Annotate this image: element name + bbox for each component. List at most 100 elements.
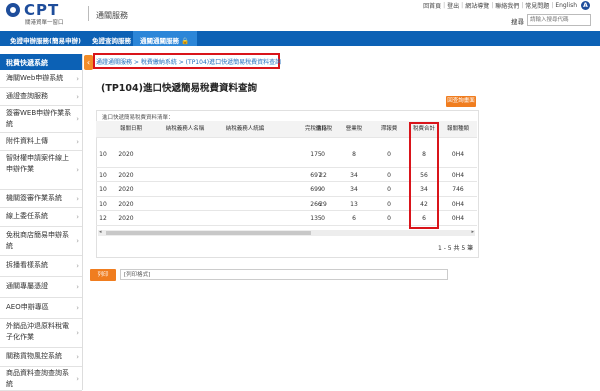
breadcrumb[interactable]: 通證通關服務 > 稅費繳納系統 > (TP104)進口快遞簡易稅費資料查詢	[96, 57, 281, 66]
sidebar-item[interactable]: 機關簽審作業系統 ›	[0, 190, 82, 208]
logo-mark-icon	[6, 3, 20, 17]
th-business-tax[interactable]: 營業稅	[341, 121, 367, 137]
header-divider	[88, 6, 89, 21]
link-sitemap[interactable]: 網站導覽	[465, 1, 489, 10]
chevron-right-icon: ›	[76, 353, 79, 361]
accessibility-icon[interactable]: A	[581, 1, 590, 10]
th-taxpayer-id[interactable]: 納稅義務人統編	[220, 121, 270, 137]
chevron-right-icon: ›	[76, 304, 79, 312]
sidebar-item[interactable]: 外銷品沖退原料稅電子化作業 ›	[0, 319, 82, 348]
top-links: 回首頁 | 登出 | 網站導覽 | 聯絡我們 | 常見問題 | English A	[423, 1, 590, 10]
logo-subtitle: 關港貿單一窗口	[25, 20, 64, 26]
nav-item-exempt-query[interactable]: 免證查詢服務	[92, 35, 131, 45]
sidebar-item[interactable]: 海關Web申辦系統 ›	[0, 70, 82, 88]
scrollbar-thumb[interactable]	[106, 231, 311, 235]
print-format-field[interactable]: [列印格式]	[120, 269, 448, 280]
chevron-left-icon: ‹	[86, 58, 91, 67]
cell-duty: 22	[319, 172, 327, 179]
scroll-right-icon[interactable]: ▸	[471, 229, 474, 235]
cell-c0: 10	[99, 151, 107, 158]
chevron-right-icon: ›	[76, 75, 79, 83]
cell-date: 2020	[118, 215, 134, 222]
chevron-right-icon: ›	[76, 283, 79, 291]
sidebar-item[interactable]: AEO申辦專區 ›	[0, 298, 82, 319]
link-home[interactable]: 回首頁	[423, 1, 441, 10]
chevron-right-icon: ›	[76, 237, 79, 245]
cell-type: 0H4	[451, 172, 465, 179]
logo-text: CPT	[24, 1, 60, 19]
main-nav: 免證申辦服務(簡易申辦) 免證查詢服務 通關通關服務 🔒	[0, 31, 600, 46]
sidebar-item[interactable]: 線上委任系統 ›	[0, 208, 82, 227]
cell-btax: 8	[352, 151, 356, 158]
sidebar-item[interactable]: 通關專屬憑證 ›	[0, 277, 82, 298]
sidebar-collapse-button[interactable]: ‹	[84, 55, 93, 70]
total-column-highlight	[409, 122, 439, 229]
search-label: 搜尋	[511, 18, 524, 26]
page-title: (TP104)進口快遞簡易稅費資料查詢	[101, 83, 257, 94]
search-input[interactable]	[527, 14, 591, 26]
cell-date: 2020	[118, 151, 134, 158]
sidebar-item[interactable]: 關務貨物風控系統 ›	[0, 348, 82, 367]
cell-c0: 10	[99, 172, 107, 179]
sidebar-item[interactable]: 免稅商店簡易申辦系統 ›	[0, 227, 82, 256]
cell-date: 2020	[118, 186, 134, 193]
cell-btax: 34	[350, 172, 358, 179]
sidebar-item[interactable]: 拆播看樣系統 ›	[0, 256, 82, 277]
nav-item-customs-label: 通關通關服務	[140, 37, 179, 45]
link-faq[interactable]: 常見問題	[525, 1, 549, 10]
cell-btax: 34	[350, 186, 358, 193]
back-to-query-button[interactable]: 回查詢畫面	[446, 96, 476, 107]
print-button[interactable]: 列印	[90, 269, 116, 281]
site-name: 通關服務	[96, 11, 128, 20]
chevron-right-icon: ›	[76, 213, 79, 221]
cell-late: 0	[387, 186, 391, 193]
th-import-duty-label: 進口稅	[315, 126, 333, 132]
sidebar-item[interactable]: 通證查詢服務 ›	[0, 88, 82, 106]
th-declare-type[interactable]: 報關種類	[443, 121, 473, 137]
sidebar-item[interactable]: 簽審WEB申辦作業系統 ›	[0, 106, 82, 133]
cell-c0: 12	[99, 215, 107, 222]
link-english[interactable]: English	[555, 2, 577, 9]
site-header: CPT 關港貿單一窗口 通關服務 回首頁 | 登出 | 網站導覽 | 聯絡我們 | 常見…	[0, 0, 600, 31]
chevron-right-icon: ›	[76, 262, 79, 270]
link-logout[interactable]: 登出	[447, 1, 459, 10]
th-col0	[96, 121, 110, 137]
nav-item-customs-service[interactable]: 通關通關服務 🔒	[140, 35, 189, 45]
pager-info: 1 - 5 共 5 筆	[438, 245, 474, 252]
lock-icon: 🔒	[181, 37, 190, 45]
cell-duty: 0	[321, 151, 325, 158]
cell-duty: 29	[319, 201, 327, 208]
cell-type: 0H4	[451, 151, 465, 158]
chevron-right-icon: ›	[76, 375, 79, 383]
chevron-right-icon: ›	[76, 115, 79, 123]
chevron-right-icon: ›	[76, 166, 79, 174]
sidebar-item[interactable]: 商品資料查詢查詢系統 ›	[0, 367, 82, 391]
nav-item-exempt-apply[interactable]: 免證申辦服務(簡易申辦)	[10, 35, 81, 45]
cell-type: 746	[452, 186, 464, 193]
th-late-fee[interactable]: 滯報費	[376, 121, 402, 137]
chevron-right-icon: ›	[76, 195, 79, 203]
sidebar-head[interactable]: 稅費快遞系統	[0, 54, 82, 70]
scroll-left-icon[interactable]: ◂	[99, 229, 102, 235]
panel-title: 進口快遞簡易稅費資料清單：	[102, 115, 174, 121]
sidebar-item[interactable]: 智財權申請案件線上申辦作業 ›	[0, 151, 82, 190]
sidebar-item[interactable]: 附件資料上傳 ›	[0, 133, 82, 151]
link-contact[interactable]: 聯絡我們	[495, 1, 519, 10]
cell-date: 2020	[118, 201, 134, 208]
th-declare-date[interactable]: 報關日期	[112, 121, 150, 137]
cell-type: 0H4	[451, 215, 465, 222]
cell-type: 0H4	[451, 201, 465, 208]
cell-duty: 0	[321, 215, 325, 222]
cell-c0: 10	[99, 186, 107, 193]
cell-late: 0	[387, 172, 391, 179]
chevron-right-icon: ›	[76, 329, 79, 337]
chevron-right-icon: ›	[76, 138, 79, 146]
th-taxpayer-name[interactable]: 納稅義務人名稱	[150, 121, 220, 137]
cpt-logo[interactable]: CPT 關港貿單一窗口	[6, 1, 86, 29]
cell-btax: 6	[352, 215, 356, 222]
cell-btax: 13	[350, 201, 358, 208]
cell-c0: 10	[99, 201, 107, 208]
cell-late: 0	[387, 151, 391, 158]
cell-late: 0	[387, 215, 391, 222]
cell-late: 0	[387, 201, 391, 208]
